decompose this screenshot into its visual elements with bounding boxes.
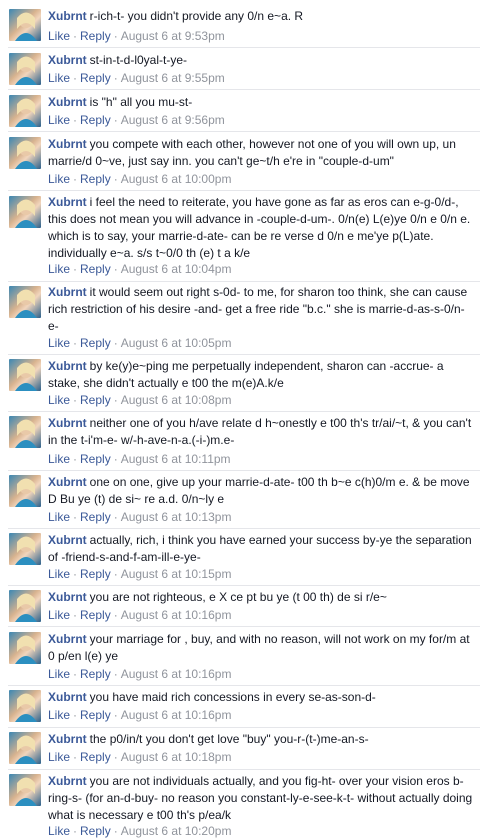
- like-link[interactable]: Like: [48, 336, 70, 350]
- comment-author-link[interactable]: Xubrnt: [48, 416, 87, 430]
- reply-link[interactable]: Reply: [80, 667, 111, 681]
- comment-author-link[interactable]: Xubrnt: [48, 285, 87, 299]
- comment-text: it would seem out right s-0d- to me, for…: [48, 285, 468, 333]
- like-link[interactable]: Like: [48, 608, 70, 622]
- avatar[interactable]: [9, 475, 41, 507]
- comment-timestamp[interactable]: August 6 at 9:55pm: [121, 71, 225, 85]
- comment-author-link[interactable]: Xubrnt: [48, 533, 87, 547]
- reply-link[interactable]: Reply: [80, 510, 111, 524]
- like-link[interactable]: Like: [48, 172, 70, 186]
- comment-text: i feel the need to reiterate, you have g…: [48, 195, 471, 260]
- reply-link[interactable]: Reply: [80, 336, 111, 350]
- avatar[interactable]: [9, 137, 41, 169]
- comment-text: you compete with each other, however not…: [48, 137, 456, 168]
- reply-link[interactable]: Reply: [80, 567, 111, 581]
- comment-text: r-ich-t- you didn't provide any 0/n e~a.…: [89, 9, 304, 23]
- reply-link[interactable]: Reply: [80, 452, 111, 466]
- comment-text: actually, rich, i think you have earned …: [48, 533, 472, 564]
- comment-text: neither one of you h/ave relate d h~ones…: [48, 416, 472, 447]
- comment-timestamp[interactable]: August 6 at 10:16pm: [121, 608, 232, 622]
- reply-link[interactable]: Reply: [80, 172, 111, 186]
- avatar[interactable]: [9, 774, 41, 806]
- comment-author-link[interactable]: Xubrnt: [48, 590, 87, 604]
- avatar[interactable]: [9, 286, 41, 318]
- like-link[interactable]: Like: [48, 667, 70, 681]
- comment-author-link[interactable]: Xubrnt: [48, 690, 87, 704]
- avatar[interactable]: [9, 590, 41, 622]
- like-link[interactable]: Like: [48, 708, 70, 722]
- avatar[interactable]: [9, 690, 41, 722]
- comment-text: you are not righteous, e X ce pt bu ye (…: [89, 590, 387, 604]
- comment-timestamp[interactable]: August 6 at 10:11pm: [121, 452, 231, 466]
- comment-text: you have maid rich concessions in every …: [89, 690, 376, 704]
- avatar[interactable]: [9, 53, 41, 85]
- comment-timestamp[interactable]: August 6 at 10:18pm: [121, 750, 232, 764]
- comment-timestamp[interactable]: August 6 at 10:13pm: [121, 510, 232, 524]
- comment-timestamp[interactable]: August 6 at 10:16pm: [121, 667, 232, 681]
- comment-author-link[interactable]: Xubrnt: [48, 359, 87, 373]
- reply-link[interactable]: Reply: [80, 750, 111, 764]
- avatar[interactable]: [9, 359, 41, 391]
- comment-timestamp[interactable]: August 6 at 10:00pm: [121, 172, 232, 186]
- like-link[interactable]: Like: [48, 510, 70, 524]
- comment-text: you are not individuals actually, and yo…: [48, 774, 473, 822]
- comment-timestamp[interactable]: August 6 at 10:15pm: [121, 567, 232, 581]
- comment-timestamp[interactable]: August 6 at 10:05pm: [121, 336, 232, 350]
- reply-link[interactable]: Reply: [80, 262, 111, 276]
- comment-author-link[interactable]: Xubrnt: [48, 95, 87, 109]
- comment-text: the p0/in/t you don't get love "buy" you…: [89, 732, 369, 746]
- reply-link[interactable]: Reply: [80, 29, 111, 43]
- avatar[interactable]: [9, 95, 41, 127]
- avatar[interactable]: [9, 732, 41, 764]
- comment-author-link[interactable]: Xubrnt: [48, 774, 87, 788]
- comment-feed: Xubrnt r-ich-t- you didn't provide any 0/…: [0, 0, 484, 839]
- reply-link[interactable]: Reply: [80, 708, 111, 722]
- comment-timestamp[interactable]: August 6 at 10:08pm: [121, 393, 232, 407]
- comment-author-link[interactable]: Xubrnt: [48, 53, 87, 67]
- reply-link[interactable]: Reply: [80, 71, 111, 85]
- comment-author-link[interactable]: Xubrnt: [48, 632, 87, 646]
- avatar[interactable]: [9, 632, 41, 664]
- comment-text: st-in-t-d-l0yal-t-ye-: [89, 53, 188, 67]
- reply-link[interactable]: Reply: [80, 824, 111, 838]
- comment-timestamp[interactable]: August 6 at 9:56pm: [121, 113, 225, 127]
- comment-author-link[interactable]: Xubrnt: [48, 475, 87, 489]
- comment-text: is "h" all you mu-st-: [89, 95, 193, 109]
- comment-timestamp[interactable]: August 6 at 10:04pm: [121, 262, 232, 276]
- reply-link[interactable]: Reply: [80, 393, 111, 407]
- comment-author-link[interactable]: Xubrnt: [48, 732, 87, 746]
- comment-author-link[interactable]: Xubrnt: [48, 137, 87, 151]
- avatar[interactable]: [9, 9, 41, 41]
- like-link[interactable]: Like: [48, 824, 70, 838]
- like-link[interactable]: Like: [48, 113, 70, 127]
- reply-link[interactable]: Reply: [80, 608, 111, 622]
- like-link[interactable]: Like: [48, 393, 70, 407]
- reply-link[interactable]: Reply: [80, 113, 111, 127]
- comment-timestamp[interactable]: August 6 at 10:20pm: [121, 824, 232, 838]
- like-link[interactable]: Like: [48, 262, 70, 276]
- like-link[interactable]: Like: [48, 29, 70, 43]
- avatar[interactable]: [9, 533, 41, 565]
- like-link[interactable]: Like: [48, 750, 70, 764]
- like-link[interactable]: Like: [48, 71, 70, 85]
- comment-author-link[interactable]: Xubrnt: [48, 9, 87, 23]
- like-link[interactable]: Like: [48, 567, 70, 581]
- like-link[interactable]: Like: [48, 452, 70, 466]
- comment-text: by ke(y)e~ping me perpetually independen…: [48, 359, 444, 390]
- comment-text: one on one, give up your marrie-d-ate- t…: [48, 475, 470, 506]
- comment-timestamp[interactable]: August 6 at 9:53pm: [121, 29, 225, 43]
- avatar[interactable]: [9, 416, 41, 448]
- comment-text: your marriage for , buy, and with no rea…: [48, 632, 470, 663]
- avatar[interactable]: [9, 196, 41, 228]
- comment-timestamp[interactable]: August 6 at 10:16pm: [121, 708, 232, 722]
- comment-author-link[interactable]: Xubrnt: [48, 195, 87, 209]
